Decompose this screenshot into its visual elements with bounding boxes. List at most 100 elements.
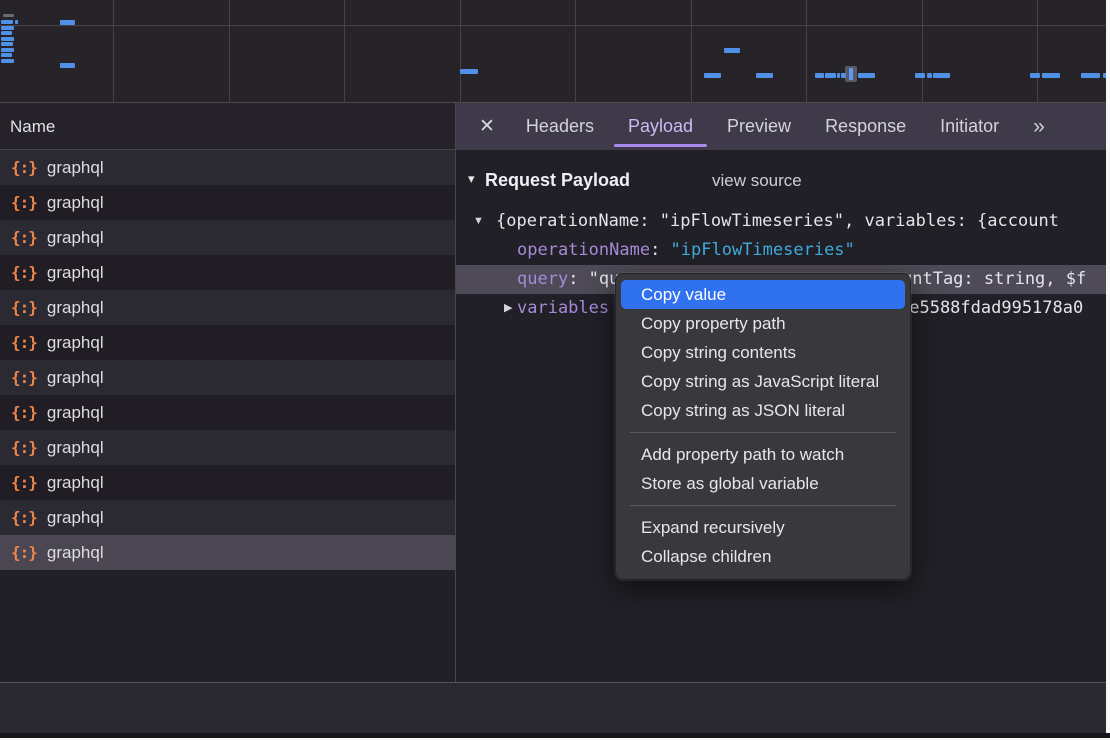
menu-separator xyxy=(630,432,896,433)
collapse-triangle-icon[interactable]: ▾ xyxy=(468,171,475,187)
request-timing-bar xyxy=(1,42,13,46)
network-overview-timeline[interactable] xyxy=(0,0,1110,103)
overview-gridline xyxy=(691,0,692,103)
column-header-name[interactable]: Name xyxy=(0,103,455,150)
request-list-panel: Name {:} graphql {:} graphql {:} graphql {:… xyxy=(0,103,455,682)
request-timing-bar xyxy=(1,37,14,41)
request-timing-bar xyxy=(1,48,14,52)
request-timing-bar xyxy=(1,59,14,63)
json-icon: {:} xyxy=(11,368,37,387)
request-name: graphql xyxy=(47,228,104,248)
request-timing-bar xyxy=(1042,73,1060,78)
property-key: query xyxy=(517,269,568,289)
overview-gridline xyxy=(1037,0,1038,103)
json-icon: {:} xyxy=(11,438,37,457)
network-request-row[interactable]: {:} graphql xyxy=(0,185,455,220)
property-value-end: untTag: string, $f xyxy=(902,265,1086,294)
network-request-row[interactable]: {:} graphql xyxy=(0,150,455,185)
tab-response[interactable]: Response xyxy=(825,103,906,150)
menu-item-copy-string-js-literal[interactable]: Copy string as JavaScript literal xyxy=(621,367,905,396)
menu-item-expand-recursively[interactable]: Expand recursively xyxy=(621,513,905,542)
selected-request-marker xyxy=(845,66,857,82)
overview-gridline xyxy=(460,0,461,103)
request-timing-bar xyxy=(3,14,14,17)
network-request-row[interactable]: {:} graphql xyxy=(0,535,455,570)
summary-footer xyxy=(0,683,1110,733)
overview-gridline xyxy=(806,0,807,103)
request-timing-bar xyxy=(933,73,950,78)
request-timing-bar xyxy=(837,73,840,78)
tree-row-operation-name[interactable]: operationName: "ipFlowTimeseries" xyxy=(456,236,1110,265)
request-name: graphql xyxy=(47,473,104,493)
request-timing-bar xyxy=(841,73,846,78)
request-timing-bar xyxy=(1,31,12,35)
network-request-row[interactable]: {:} graphql xyxy=(0,430,455,465)
request-name: graphql xyxy=(47,158,104,178)
menu-separator xyxy=(630,505,896,506)
json-icon: {:} xyxy=(11,193,37,212)
request-timing-bar xyxy=(858,73,875,78)
tab-headers[interactable]: Headers xyxy=(526,103,594,150)
menu-item-add-property-path-to-watch[interactable]: Add property path to watch xyxy=(621,440,905,469)
request-timing-bar xyxy=(1,20,13,24)
close-icon[interactable]: ✕ xyxy=(479,115,495,138)
request-name: graphql xyxy=(47,298,104,318)
request-name: graphql xyxy=(47,333,104,353)
menu-item-store-as-global-variable[interactable]: Store as global variable xyxy=(621,469,905,498)
json-icon: {:} xyxy=(11,543,37,562)
json-icon: {:} xyxy=(11,508,37,527)
overview-gridline xyxy=(575,0,576,103)
request-payload-section-header[interactable]: ▾ Request Payload view source xyxy=(456,170,1110,199)
overview-gridline xyxy=(344,0,345,103)
network-request-row[interactable]: {:} graphql xyxy=(0,500,455,535)
request-name: graphql xyxy=(47,508,104,528)
json-icon: {:} xyxy=(11,158,37,177)
details-tab-bar: ✕ Headers Payload Preview Response Initi… xyxy=(456,103,1110,150)
request-timing-bar xyxy=(1,26,14,30)
request-timing-bar xyxy=(460,69,478,74)
json-icon: {:} xyxy=(11,228,37,247)
expanded-triangle-icon[interactable]: ▼ xyxy=(473,207,484,236)
tab-preview[interactable]: Preview xyxy=(727,103,791,150)
request-timing-bar xyxy=(1081,73,1100,78)
json-icon: {:} xyxy=(11,403,37,422)
request-list: {:} graphql {:} graphql {:} graphql {:} grap… xyxy=(0,150,455,570)
menu-item-collapse-children[interactable]: Collapse children xyxy=(621,542,905,571)
request-name: graphql xyxy=(47,543,104,563)
network-request-row[interactable]: {:}graphql xyxy=(0,255,455,290)
tab-initiator[interactable]: Initiator xyxy=(940,103,999,150)
network-request-row[interactable]: {:} graphql xyxy=(0,220,455,255)
property-value: "ipFlowTimeseries" xyxy=(671,240,855,260)
network-request-row[interactable]: {:}graphql xyxy=(0,290,455,325)
screenshot-right-edge xyxy=(1106,0,1110,740)
overview-gridline xyxy=(229,0,230,103)
view-source-link[interactable]: view source xyxy=(712,171,802,191)
context-menu: Copy value Copy property path Copy strin… xyxy=(615,273,911,580)
root-preview-text: {operationName: "ipFlowTimeseries", vari… xyxy=(496,211,1059,231)
request-timing-bar xyxy=(60,63,75,68)
network-request-row[interactable]: {:}graphql xyxy=(0,360,455,395)
request-timing-bar xyxy=(15,20,18,24)
request-timing-bar xyxy=(756,73,773,78)
more-tabs-icon[interactable]: » xyxy=(1033,115,1043,139)
overview-gridline xyxy=(922,0,923,103)
tree-root-row[interactable]: ▼ {operationName: "ipFlowTimeseries", var… xyxy=(456,207,1110,236)
request-name: graphql xyxy=(47,193,104,213)
menu-item-copy-value[interactable]: Copy value xyxy=(621,280,905,309)
overview-gridline xyxy=(113,0,114,103)
menu-item-copy-property-path[interactable]: Copy property path xyxy=(621,309,905,338)
request-name: graphql xyxy=(47,438,104,458)
network-request-row[interactable]: {:}graphql xyxy=(0,465,455,500)
network-request-row[interactable]: {:}graphql xyxy=(0,395,455,430)
menu-item-copy-string-json-literal[interactable]: Copy string as JSON literal xyxy=(621,396,905,425)
request-timing-bar xyxy=(1,53,12,57)
collapsed-triangle-icon[interactable]: ▶ xyxy=(504,294,512,323)
tab-payload[interactable]: Payload xyxy=(628,103,693,150)
network-request-row[interactable]: {:}graphql xyxy=(0,325,455,360)
request-timing-bar xyxy=(60,20,75,25)
column-header-label: Name xyxy=(10,117,55,136)
request-timing-bar xyxy=(825,73,836,78)
property-key: variables xyxy=(517,298,609,318)
devtools-network-panel: Name {:} graphql {:} graphql {:} graphql {:… xyxy=(0,0,1110,740)
menu-item-copy-string-contents[interactable]: Copy string contents xyxy=(621,338,905,367)
